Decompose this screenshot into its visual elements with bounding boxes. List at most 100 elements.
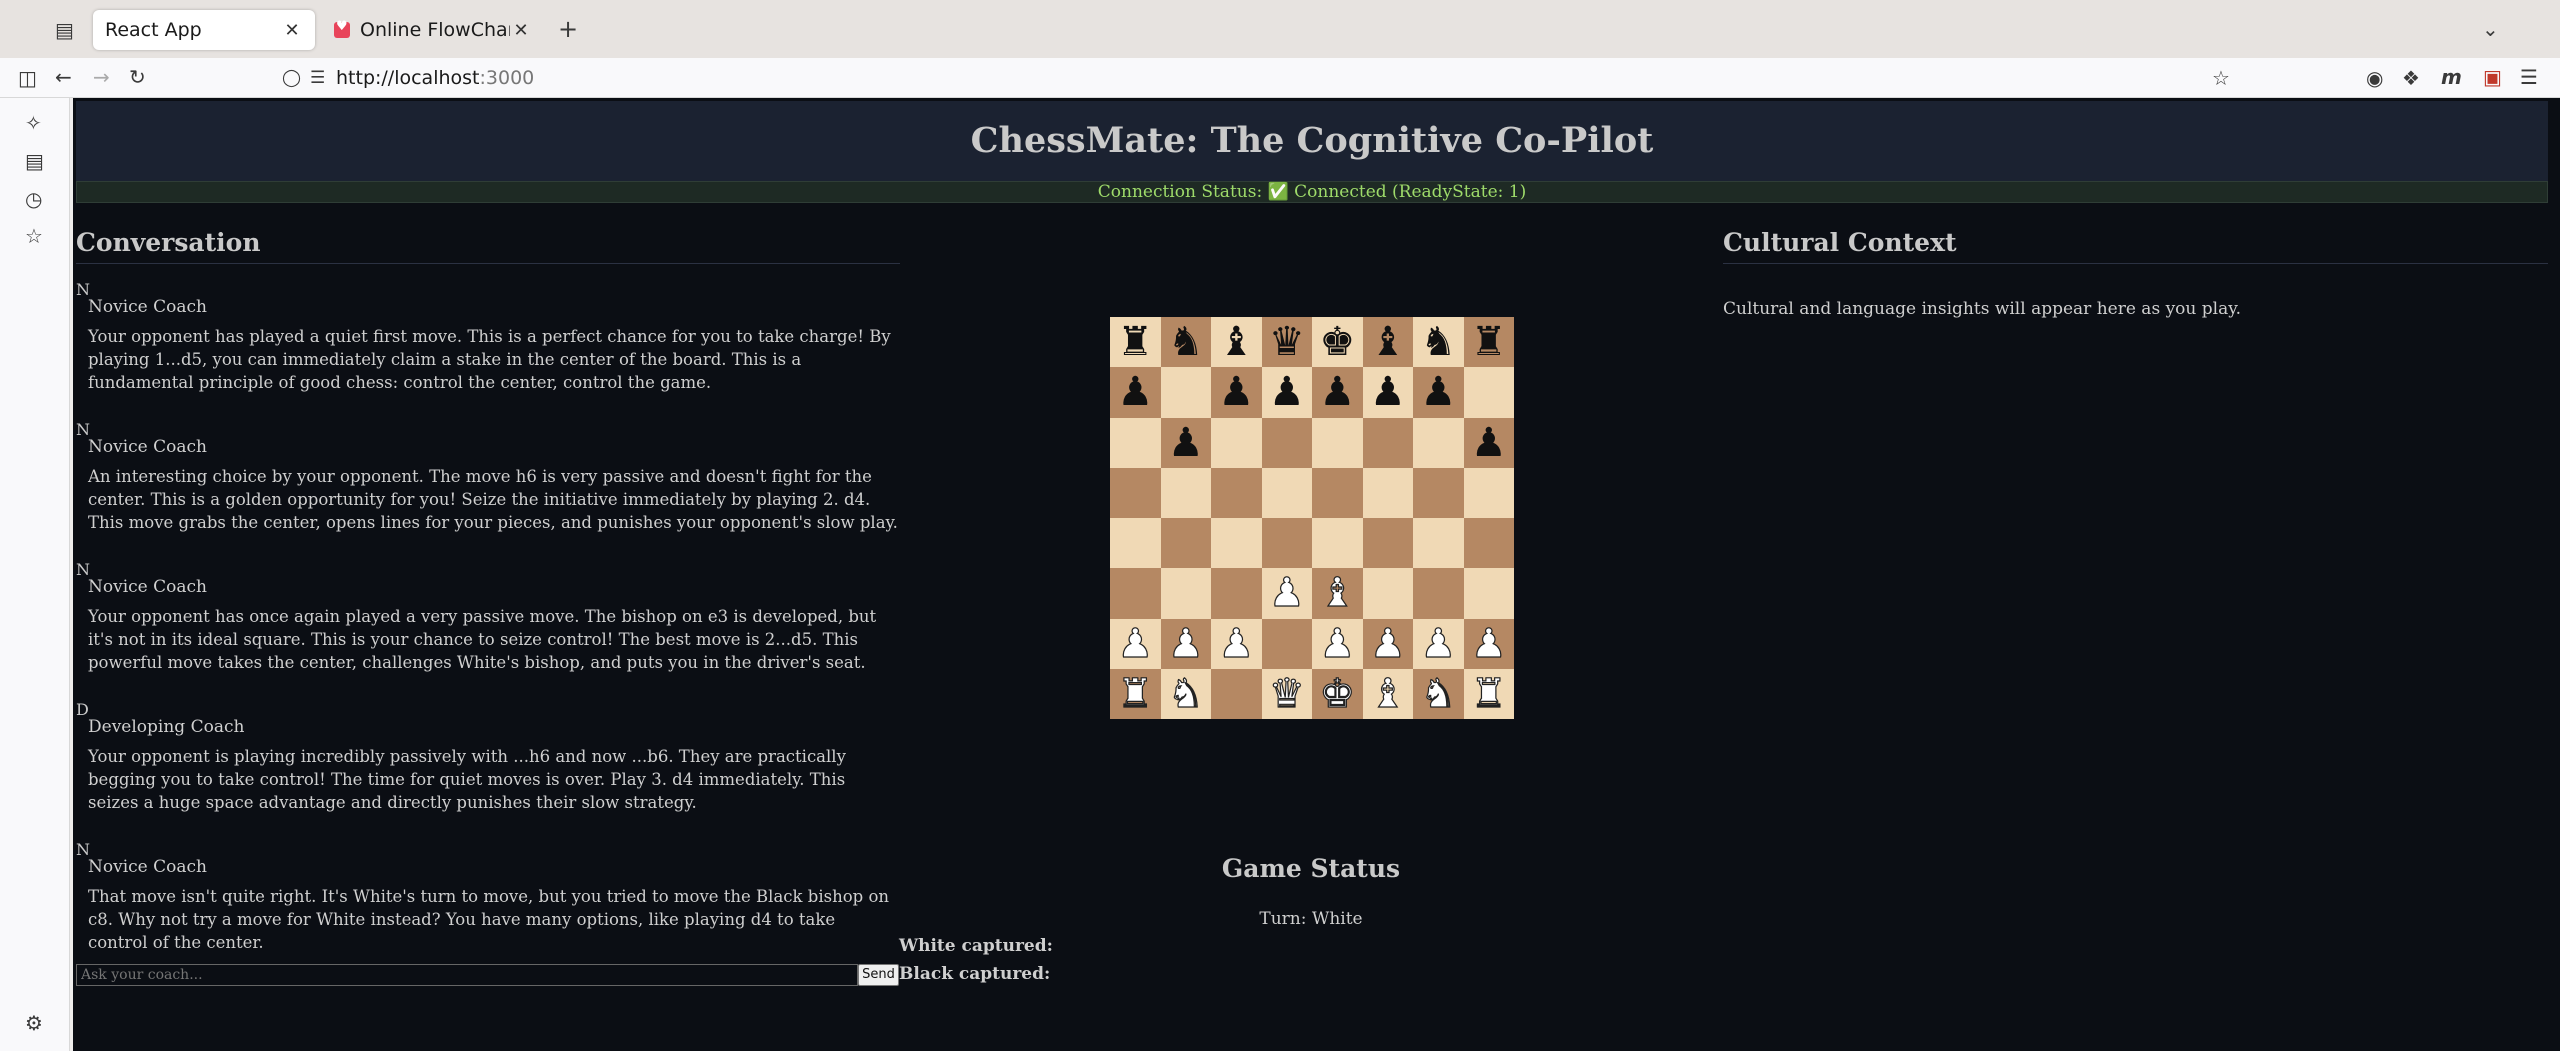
white-rook-icon[interactable]: ♜ <box>1470 673 1507 714</box>
black-pawn-icon[interactable]: ♟ <box>1269 372 1305 412</box>
extensions-icon[interactable]: ❖ <box>2402 68 2420 88</box>
tab-online-flowchart[interactable]: Online FlowChart & D ✕ <box>322 10 544 50</box>
square-a4[interactable] <box>1110 518 1161 569</box>
bookmark-star-icon[interactable]: ☆ <box>2212 68 2230 88</box>
black-pawn-icon[interactable]: ♟ <box>1319 372 1355 412</box>
white-pawn-icon[interactable]: ♟ <box>1268 573 1305 614</box>
black-pawn-icon[interactable]: ♟ <box>1471 423 1507 463</box>
square-f2[interactable]: ♟ <box>1362 618 1413 669</box>
square-f5[interactable] <box>1362 467 1413 518</box>
square-c5[interactable] <box>1211 467 1262 518</box>
reload-icon[interactable]: ↻ <box>129 67 146 87</box>
square-g6[interactable] <box>1413 417 1464 468</box>
sidebar-toggle-icon[interactable]: ◫ <box>18 68 37 88</box>
square-d6[interactable] <box>1261 417 1312 468</box>
square-g2[interactable]: ♟ <box>1413 618 1464 669</box>
address-bar[interactable]: ◯ ☰ http://localhost:3000 ☆ <box>270 61 2245 95</box>
black-bishop-icon[interactable]: ♝ <box>1370 322 1406 362</box>
white-pawn-icon[interactable]: ♟ <box>1369 623 1406 664</box>
square-a6[interactable] <box>1110 417 1161 468</box>
square-d2[interactable] <box>1261 618 1312 669</box>
square-b5[interactable] <box>1160 467 1211 518</box>
black-bishop-icon[interactable]: ♝ <box>1218 322 1254 362</box>
black-pawn-icon[interactable]: ♟ <box>1168 423 1204 463</box>
square-f1[interactable]: ♝ <box>1362 668 1413 719</box>
extension-red-icon[interactable]: ▣ <box>2483 67 2502 87</box>
list-all-tabs-icon[interactable]: ⌄ <box>2482 19 2499 39</box>
square-c1[interactable] <box>1211 668 1262 719</box>
history-icon[interactable]: ◷ <box>25 189 42 209</box>
black-king-icon[interactable]: ♚ <box>1319 322 1355 362</box>
square-c8[interactable]: ♝ <box>1211 317 1262 368</box>
tab-react-app[interactable]: React App ✕ <box>93 10 315 50</box>
square-f6[interactable] <box>1362 417 1413 468</box>
white-pawn-icon[interactable]: ♟ <box>1470 623 1507 664</box>
white-pawn-icon[interactable]: ♟ <box>1319 623 1356 664</box>
square-a3[interactable] <box>1110 568 1161 619</box>
black-pawn-icon[interactable]: ♟ <box>1117 372 1153 412</box>
square-e1[interactable]: ♚ <box>1312 668 1363 719</box>
square-c6[interactable] <box>1211 417 1262 468</box>
square-g3[interactable] <box>1413 568 1464 619</box>
tab-close-icon[interactable]: ✕ <box>281 20 303 41</box>
black-queen-icon[interactable]: ♛ <box>1269 322 1305 362</box>
white-king-icon[interactable]: ♚ <box>1319 673 1356 714</box>
black-knight-icon[interactable]: ♞ <box>1168 322 1204 362</box>
chat-input[interactable] <box>76 964 858 986</box>
square-g5[interactable] <box>1413 467 1464 518</box>
square-b8[interactable]: ♞ <box>1160 317 1211 368</box>
page-info-icon[interactable]: ☰ <box>310 68 325 88</box>
square-b4[interactable] <box>1160 518 1211 569</box>
square-b6[interactable]: ♟ <box>1160 417 1211 468</box>
shield-icon[interactable]: ◯ <box>282 68 301 88</box>
white-pawn-icon[interactable]: ♟ <box>1167 623 1204 664</box>
square-f8[interactable]: ♝ <box>1362 317 1413 368</box>
account-icon[interactable]: ◉ <box>2366 68 2383 88</box>
square-e3[interactable]: ♝ <box>1312 568 1363 619</box>
square-c2[interactable]: ♟ <box>1211 618 1262 669</box>
square-g4[interactable] <box>1413 518 1464 569</box>
square-b2[interactable]: ♟ <box>1160 618 1211 669</box>
square-g7[interactable]: ♟ <box>1413 367 1464 418</box>
white-bishop-icon[interactable]: ♝ <box>1369 673 1406 714</box>
square-g8[interactable]: ♞ <box>1413 317 1464 368</box>
square-d1[interactable]: ♛ <box>1261 668 1312 719</box>
square-a5[interactable] <box>1110 467 1161 518</box>
square-h6[interactable]: ♟ <box>1463 417 1514 468</box>
square-b7[interactable] <box>1160 367 1211 418</box>
square-a7[interactable]: ♟ <box>1110 367 1161 418</box>
square-g1[interactable]: ♞ <box>1413 668 1464 719</box>
white-bishop-icon[interactable]: ♝ <box>1319 573 1356 614</box>
square-e6[interactable] <box>1312 417 1363 468</box>
black-rook-icon[interactable]: ♜ <box>1471 322 1507 362</box>
square-h3[interactable] <box>1463 568 1514 619</box>
black-pawn-icon[interactable]: ♟ <box>1370 372 1406 412</box>
square-e2[interactable]: ♟ <box>1312 618 1363 669</box>
white-pawn-icon[interactable]: ♟ <box>1218 623 1255 664</box>
synced-tabs-icon[interactable]: ▤ <box>25 151 44 171</box>
square-e5[interactable] <box>1312 467 1363 518</box>
tab-overview-icon[interactable]: ▤ <box>55 20 74 40</box>
menu-icon[interactable]: ☰ <box>2520 67 2538 87</box>
new-tab-icon[interactable]: + <box>558 17 578 41</box>
square-h4[interactable] <box>1463 518 1514 569</box>
white-knight-icon[interactable]: ♞ <box>1167 673 1204 714</box>
square-a8[interactable]: ♜ <box>1110 317 1161 368</box>
square-a1[interactable]: ♜ <box>1110 668 1161 719</box>
square-h1[interactable]: ♜ <box>1463 668 1514 719</box>
white-rook-icon[interactable]: ♜ <box>1117 673 1154 714</box>
settings-icon[interactable]: ⚙ <box>25 1013 43 1033</box>
black-knight-icon[interactable]: ♞ <box>1420 322 1456 362</box>
square-f7[interactable]: ♟ <box>1362 367 1413 418</box>
square-c7[interactable]: ♟ <box>1211 367 1262 418</box>
back-icon[interactable]: ← <box>55 67 72 87</box>
black-rook-icon[interactable]: ♜ <box>1117 322 1153 362</box>
white-pawn-icon[interactable]: ♟ <box>1420 623 1457 664</box>
square-d5[interactable] <box>1261 467 1312 518</box>
square-h5[interactable] <box>1463 467 1514 518</box>
ai-chat-icon[interactable]: ✧ <box>25 113 42 133</box>
white-knight-icon[interactable]: ♞ <box>1420 673 1457 714</box>
square-h7[interactable] <box>1463 367 1514 418</box>
square-c4[interactable] <box>1211 518 1262 569</box>
white-pawn-icon[interactable]: ♟ <box>1117 623 1154 664</box>
